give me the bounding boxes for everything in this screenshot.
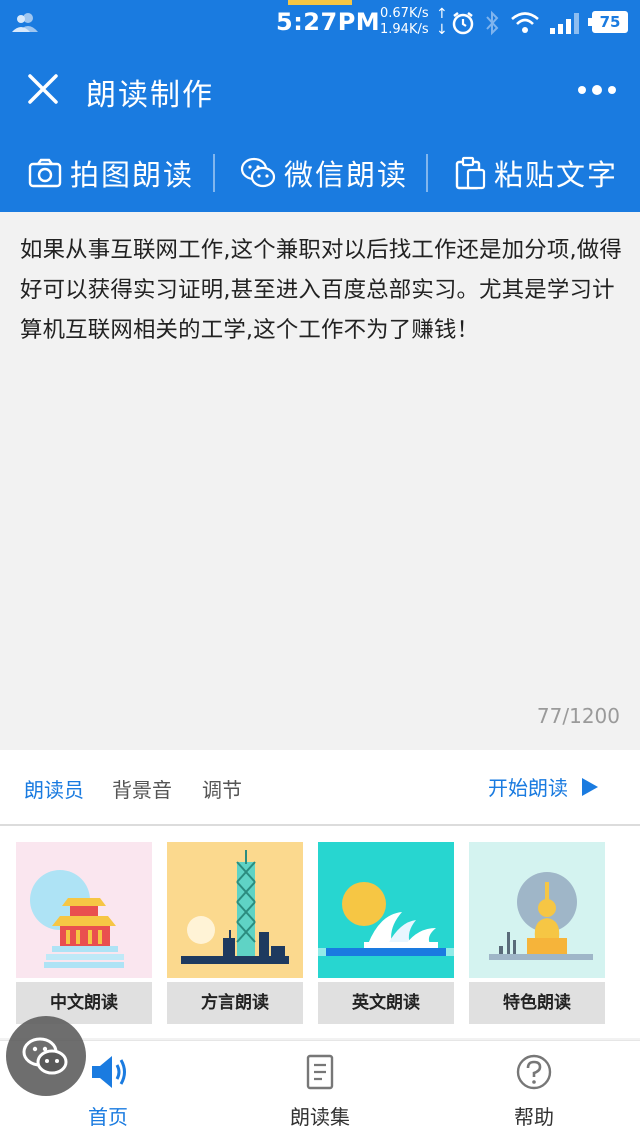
editor-content[interactable]: 如果从事互联网工作,这个兼职对以后找工作还是加分项,做得好可以获得实习证明,甚至… (20, 230, 626, 350)
upload-speed: 0.67K/s (380, 6, 429, 21)
photo-read-button[interactable]: 拍图朗读 (28, 134, 194, 212)
wifi-icon (511, 12, 539, 33)
input-source-toolbar: 拍图朗读 微信朗读 粘贴文字 (0, 134, 640, 212)
forbidden-city-illustration (16, 842, 152, 978)
reading-category-cards: 中文朗读 方言朗读 英文朗读 特色朗读 (0, 826, 640, 1038)
contacts-icon (12, 13, 38, 32)
wechat-icon (22, 1037, 68, 1075)
camera-icon (28, 158, 62, 188)
clipboard-icon (455, 156, 486, 190)
english-reading-card[interactable]: 英文朗读 (318, 842, 454, 1024)
photo-read-label: 拍图朗读 (70, 158, 195, 192)
nav-reading-collection[interactable]: 朗读集 (250, 1053, 390, 1137)
book-icon (306, 1054, 334, 1090)
page-title: 朗读制作 (86, 78, 214, 113)
floating-wechat-button[interactable] (6, 1016, 86, 1096)
adjust-option[interactable]: 调节 (202, 774, 242, 803)
reader-option[interactable]: 朗读员 (24, 774, 84, 803)
close-icon[interactable] (24, 70, 62, 108)
app-header: 朗读制作 (0, 46, 640, 134)
more-options-icon[interactable] (574, 76, 620, 104)
hong-kong-skyline-illustration (167, 842, 303, 978)
download-speed: 1.94K/s (380, 22, 429, 37)
text-editor[interactable]: 如果从事互联网工作,这个兼职对以后找工作还是加分项,做得好可以获得实习证明,甚至… (0, 212, 640, 750)
buddha-statue-illustration (469, 842, 605, 978)
wechat-read-label: 微信朗读 (284, 158, 409, 192)
nav-help[interactable]: 帮助 (464, 1053, 604, 1137)
speaker-icon (92, 1056, 126, 1088)
toolbar-divider (213, 154, 215, 192)
reading-options-bar: 朗读员 背景音 调节 开始朗读 (0, 750, 640, 826)
nav-help-label: 帮助 (514, 1105, 554, 1129)
special-reading-label: 特色朗读 (469, 982, 605, 1024)
nav-home-label: 首页 (88, 1105, 128, 1129)
paste-text-button[interactable]: 粘贴文字 (454, 134, 618, 212)
status-bar: 5:27PM 0.67K/s 1.94K/s ↑ ↓ 75 (0, 0, 640, 46)
toolbar-divider (426, 154, 428, 192)
battery-indicator: 75 (588, 11, 628, 33)
start-reading-label: 开始朗读 (488, 776, 568, 800)
opera-house-illustration (318, 842, 454, 978)
start-reading-button[interactable]: 开始朗读 (488, 772, 600, 801)
english-reading-label: 英文朗读 (318, 982, 454, 1024)
dialect-reading-card[interactable]: 方言朗读 (167, 842, 303, 1024)
network-speed: 0.67K/s 1.94K/s ↑ ↓ (380, 6, 448, 38)
character-count: 77/1200 (536, 704, 620, 728)
signal-icon (550, 13, 579, 34)
bluetooth-icon (486, 10, 499, 36)
wechat-icon (240, 157, 276, 188)
paste-text-label: 粘贴文字 (494, 158, 619, 192)
wechat-read-button[interactable]: 微信朗读 (240, 134, 408, 212)
play-icon (582, 777, 598, 796)
status-indicator (288, 0, 352, 5)
nav-reading-collection-label: 朗读集 (290, 1105, 350, 1129)
special-reading-card[interactable]: 特色朗读 (469, 842, 605, 1024)
status-time: 5:27PM (276, 8, 381, 36)
background-music-option[interactable]: 背景音 (112, 774, 172, 803)
dialect-reading-label: 方言朗读 (167, 982, 303, 1024)
speed-arrows-icon: ↑ ↓ (436, 6, 448, 38)
chinese-reading-card[interactable]: 中文朗读 (16, 842, 152, 1024)
alarm-icon (452, 12, 474, 35)
help-icon (516, 1054, 552, 1090)
bottom-navigation: 首页 朗读集 帮助 (0, 1040, 640, 1138)
